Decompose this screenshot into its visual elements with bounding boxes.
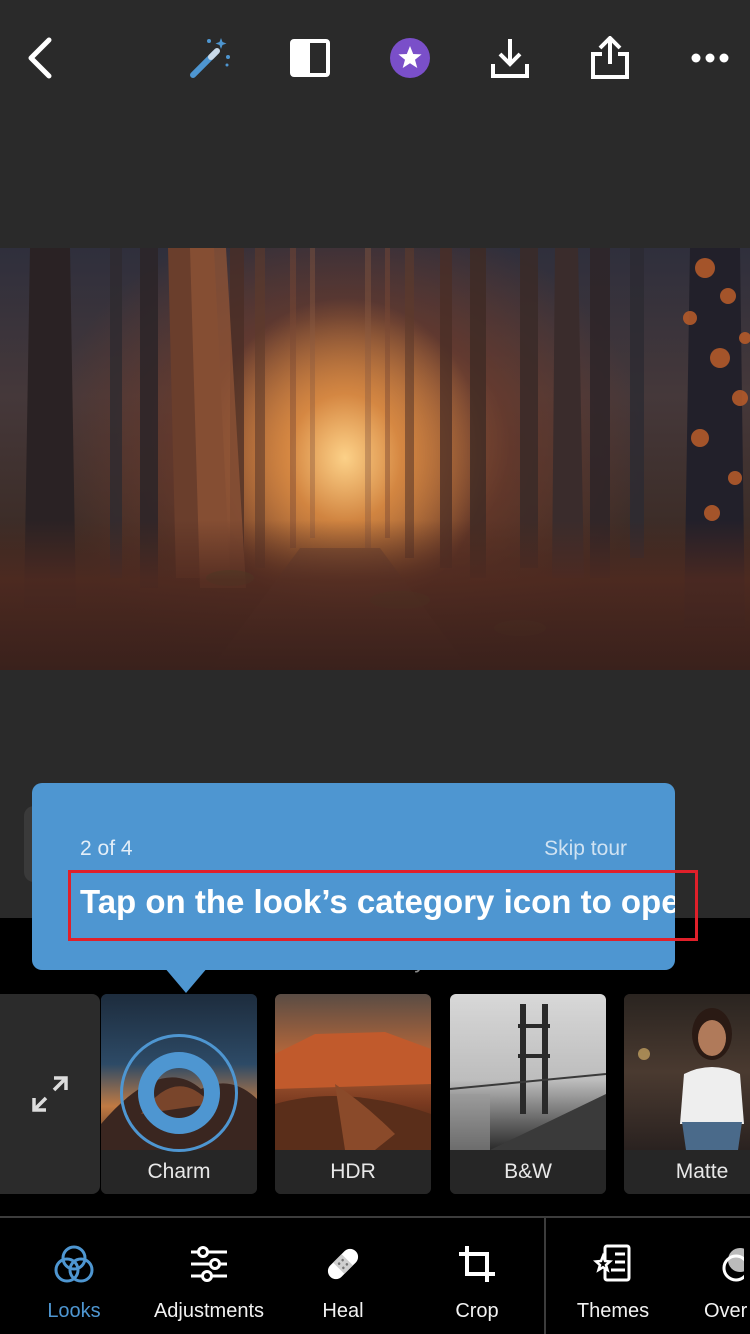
more-icon xyxy=(691,53,729,63)
more-button[interactable] xyxy=(680,28,740,88)
top-toolbar xyxy=(0,0,750,120)
bottom-toolbar: Looks Adjustments Heal Crop Themes Over xyxy=(0,1216,750,1334)
nav-label: Adjustments xyxy=(153,1300,265,1322)
category-focus-ring[interactable] xyxy=(120,1034,238,1152)
forest-floor xyxy=(0,520,750,670)
nav-label: Heal xyxy=(322,1300,364,1322)
bandage-icon xyxy=(327,1248,359,1280)
nav-label: Themes xyxy=(576,1300,650,1322)
look-bw[interactable]: B&W xyxy=(450,994,606,1194)
crop-icon xyxy=(459,1246,495,1282)
look-thumbnail xyxy=(275,994,431,1150)
look-label: B&W xyxy=(450,1150,606,1194)
nav-overlays[interactable]: Over xyxy=(704,1218,750,1334)
share-button[interactable] xyxy=(580,28,640,88)
look-thumbnail xyxy=(624,994,750,1150)
looks-icon xyxy=(54,1245,94,1283)
photo-preview[interactable] xyxy=(0,248,750,670)
back-icon xyxy=(28,37,52,79)
look-matte[interactable]: Matte xyxy=(624,994,750,1194)
nav-label: Crop xyxy=(455,1300,499,1322)
overlays-icon xyxy=(722,1248,744,1282)
premium-button[interactable] xyxy=(380,28,440,88)
nav-crop[interactable]: Crop xyxy=(434,1218,520,1334)
magic-wand-icon xyxy=(190,38,230,78)
expand-icon xyxy=(32,1076,68,1112)
skip-tour-button[interactable]: Skip tour xyxy=(544,837,627,861)
nav-label: Over xyxy=(704,1300,748,1322)
expand-looks-button[interactable] xyxy=(0,994,100,1194)
looks-carousel[interactable]: Charm HDR B&W Matte xyxy=(0,994,750,1194)
back-button[interactable] xyxy=(10,28,70,88)
tooltip-arrow xyxy=(164,967,208,993)
look-label: Charm xyxy=(101,1150,257,1194)
compare-button[interactable] xyxy=(280,28,340,88)
nav-label: Looks xyxy=(47,1300,101,1322)
highlight-box xyxy=(68,870,698,941)
look-label: Matte xyxy=(624,1150,750,1194)
category-icon xyxy=(138,1052,220,1134)
toolbar-divider xyxy=(544,1218,546,1334)
compare-icon xyxy=(290,39,330,77)
nav-heal[interactable]: Heal xyxy=(300,1218,386,1334)
download-icon xyxy=(491,39,529,78)
sliders-icon xyxy=(191,1246,227,1282)
share-icon xyxy=(591,36,629,79)
look-hdr[interactable]: HDR xyxy=(275,994,431,1194)
premium-star-icon xyxy=(390,38,430,78)
look-label: HDR xyxy=(275,1150,431,1194)
download-button[interactable] xyxy=(480,28,540,88)
nav-looks[interactable]: Looks xyxy=(26,1218,122,1334)
themes-icon xyxy=(593,1244,631,1282)
look-thumbnail xyxy=(450,994,606,1150)
nav-themes[interactable]: Themes xyxy=(570,1218,656,1334)
auto-enhance-button[interactable] xyxy=(180,28,240,88)
tour-step-counter: 2 of 4 xyxy=(80,837,133,860)
nav-adjustments[interactable]: Adjustments xyxy=(150,1218,268,1334)
